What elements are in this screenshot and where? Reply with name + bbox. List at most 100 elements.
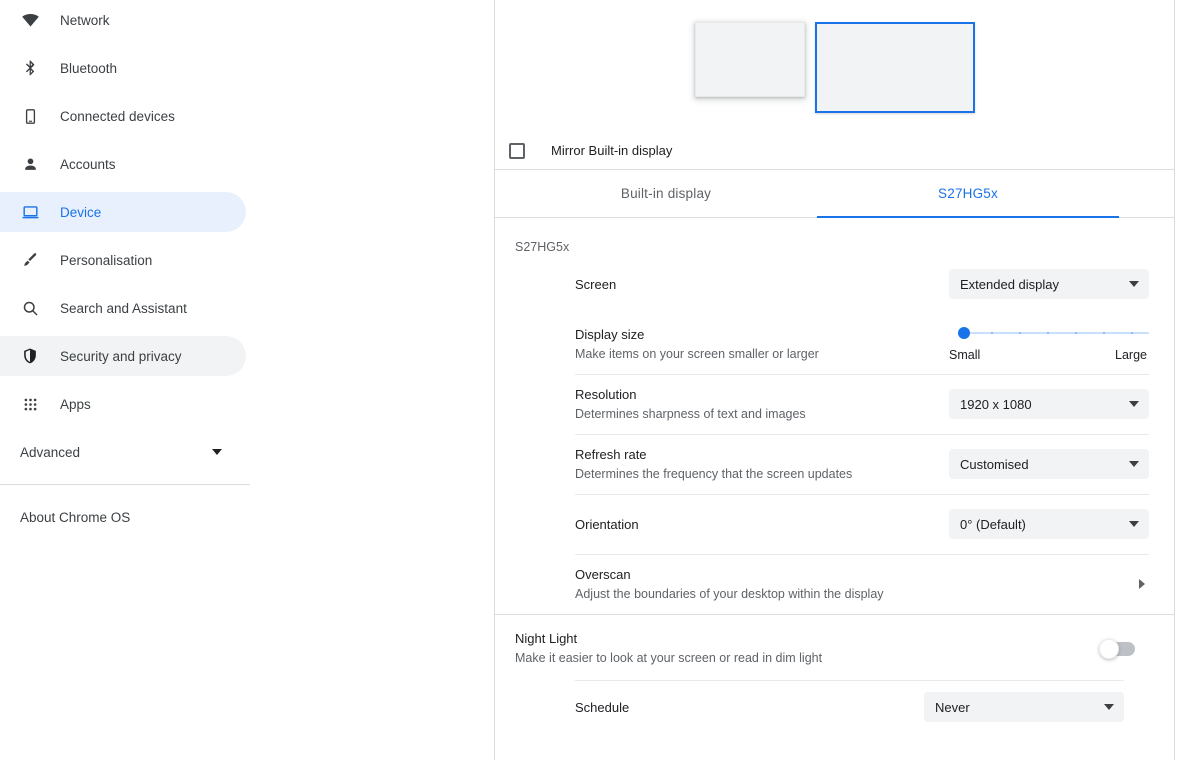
dropdown-value: 0° (Default) (960, 517, 1026, 532)
slider-min-label: Small (949, 348, 980, 362)
row-text: Resolution Determines sharpness of text … (575, 385, 949, 424)
row-control: 1920 x 1080 (949, 389, 1149, 419)
tab-s27hg5x[interactable]: S27HG5x (817, 170, 1119, 217)
chevron-down-icon (1129, 281, 1139, 287)
tab-label: S27HG5x (938, 186, 998, 201)
sidebar-divider (0, 484, 250, 485)
slider-labels: Small Large (949, 348, 1149, 362)
sidebar-item-label: Network (60, 13, 110, 28)
schedule-dropdown[interactable]: Never (924, 692, 1124, 722)
row-refresh-rate: Refresh rate Determines the frequency th… (575, 434, 1149, 494)
slider-tick (991, 332, 993, 334)
sidebar-item-label: Apps (60, 397, 91, 412)
sidebar-item-label: Bluetooth (60, 61, 117, 76)
sidebar-item-accounts[interactable]: Accounts (0, 144, 246, 184)
chevron-down-icon (1129, 401, 1139, 407)
sidebar-item-search-and-assistant[interactable]: Search and Assistant (0, 288, 246, 328)
slider-thumb[interactable] (958, 327, 970, 339)
sidebar-about-label: About Chrome OS (20, 510, 130, 525)
slider-tick (1103, 332, 1105, 334)
mirror-display-label: Mirror Built-in display (551, 143, 672, 158)
row-title: Resolution (575, 385, 933, 404)
row-control: Customised (949, 449, 1149, 479)
display-arrangement-canvas[interactable] (495, 0, 1174, 132)
night-light-toggle[interactable] (1101, 642, 1135, 656)
screen-mode-dropdown[interactable]: Extended display (949, 269, 1149, 299)
display-settings-pane: Mirror Built-in display Built-in display… (495, 0, 1200, 760)
person-icon (20, 154, 40, 174)
display-settings-content: Mirror Built-in display Built-in display… (495, 0, 1175, 760)
night-light-row: Night Light Make it easier to look at yo… (515, 615, 1149, 680)
sidebar-item-label: Personalisation (60, 253, 152, 268)
row-control: Never (924, 692, 1124, 722)
row-title: Schedule (575, 698, 908, 717)
row-subtitle: Determines sharpness of text and images (575, 405, 933, 424)
sidebar-item-network[interactable]: Network (0, 0, 246, 40)
phone-icon (20, 106, 40, 126)
dropdown-value: 1920 x 1080 (960, 397, 1032, 412)
sidebar-item-connected-devices[interactable]: Connected devices (0, 96, 246, 136)
display-size-slider[interactable]: Small Large (949, 326, 1149, 362)
row-control: 0° (Default) (949, 509, 1149, 539)
row-text: Display size Make items on your screen s… (575, 325, 949, 364)
sidebar-item-label: Accounts (60, 157, 116, 172)
orientation-dropdown[interactable]: 0° (Default) (949, 509, 1149, 539)
slider-track-line (961, 332, 1149, 334)
night-light-schedule-rows: Schedule Never (515, 680, 1149, 734)
row-title: Overscan (575, 565, 1123, 584)
display-tabs: Built-in display S27HG5x (495, 170, 1174, 218)
grid-icon (20, 394, 40, 414)
row-title: Screen (575, 275, 933, 294)
row-title: Refresh rate (575, 445, 933, 464)
display-box-built-in[interactable] (695, 22, 805, 97)
row-subtitle: Adjust the boundaries of your desktop wi… (575, 585, 1123, 604)
row-schedule: Schedule Never (575, 680, 1124, 734)
slider-tick (1075, 332, 1077, 334)
row-title: Display size (575, 325, 933, 344)
row-title: Orientation (575, 515, 933, 534)
sidebar-item-about-chrome-os[interactable]: About Chrome OS (0, 497, 494, 537)
chevron-down-icon (1104, 704, 1114, 710)
refresh-rate-dropdown[interactable]: Customised (949, 449, 1149, 479)
row-overscan[interactable]: Overscan Adjust the boundaries of your d… (575, 554, 1149, 614)
chevron-down-icon (1129, 521, 1139, 527)
row-orientation: Orientation 0° (Default) (575, 494, 1149, 554)
slider-tick (1047, 332, 1049, 334)
sidebar-item-personalisation[interactable]: Personalisation (0, 240, 246, 280)
row-control: Extended display (949, 269, 1149, 299)
mirror-display-checkbox[interactable] (509, 143, 525, 159)
sidebar-item-label: Connected devices (60, 109, 175, 124)
row-text: Screen (575, 275, 949, 294)
display-section-title: S27HG5x (495, 218, 1174, 254)
settings-sidebar: Network Bluetooth Connected devices Acco… (0, 0, 495, 760)
sidebar-item-bluetooth[interactable]: Bluetooth (0, 48, 246, 88)
sidebar-advanced-label: Advanced (20, 445, 80, 460)
bluetooth-icon (20, 58, 40, 78)
sidebar-item-advanced[interactable]: Advanced (0, 432, 246, 472)
row-subtitle: Determines the frequency that the screen… (575, 465, 933, 484)
sidebar-item-label: Search and Assistant (60, 301, 187, 316)
sidebar-item-label: Device (60, 205, 101, 220)
mirror-display-row[interactable]: Mirror Built-in display (495, 132, 1174, 170)
display-box-s27hg5x-selected[interactable] (815, 22, 975, 113)
sidebar-item-security-and-privacy[interactable]: Security and privacy (0, 336, 246, 376)
night-light-subtitle: Make it easier to look at your screen or… (515, 649, 1085, 668)
sidebar-item-label: Security and privacy (60, 349, 182, 364)
row-text: Schedule (575, 698, 924, 717)
row-text: Orientation (575, 515, 949, 534)
sidebar-item-device[interactable]: Device (0, 192, 246, 232)
chevron-down-icon (1129, 461, 1139, 467)
tab-built-in-display[interactable]: Built-in display (515, 170, 817, 217)
wifi-icon (20, 10, 40, 30)
sidebar-item-apps[interactable]: Apps (0, 384, 246, 424)
brush-icon (20, 250, 40, 270)
chevron-right-icon[interactable] (1139, 579, 1145, 589)
shield-icon (20, 346, 40, 366)
dropdown-value: Customised (960, 457, 1029, 472)
row-screen: Screen Extended display (575, 254, 1149, 314)
chevron-down-icon (212, 449, 222, 455)
slider-track[interactable] (949, 326, 1149, 340)
row-text: Overscan Adjust the boundaries of your d… (575, 565, 1139, 604)
night-light-section: Night Light Make it easier to look at yo… (495, 615, 1174, 734)
resolution-dropdown[interactable]: 1920 x 1080 (949, 389, 1149, 419)
